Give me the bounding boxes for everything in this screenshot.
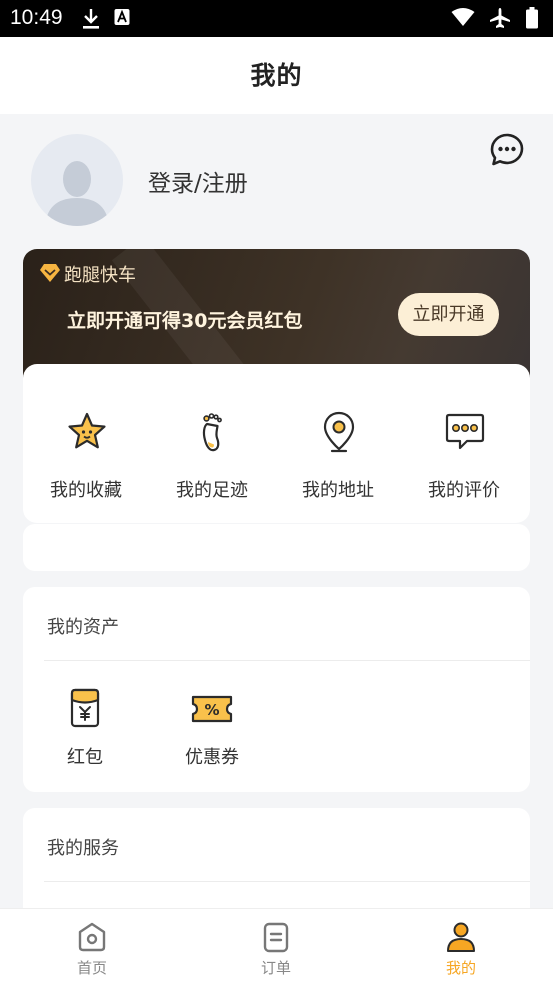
red-envelope-icon (63, 687, 107, 731)
coupon-item[interactable]: % 优惠券 (162, 677, 262, 769)
coupon-icon: % (190, 687, 234, 731)
svg-text:%: % (204, 701, 219, 719)
avatar[interactable] (31, 134, 123, 226)
message-icon (490, 133, 524, 166)
wifi-icon (451, 7, 475, 33)
status-icons-left (82, 8, 130, 34)
app-notification-icon (114, 8, 130, 34)
airplane-mode-icon (489, 7, 511, 33)
asset-label: 优惠券 (185, 747, 239, 768)
asset-label: 红包 (67, 747, 103, 768)
login-register-link[interactable]: 登录/注册 (148, 164, 248, 198)
empty-card (23, 524, 530, 571)
vip-badge-icon (39, 263, 61, 287)
battery-icon (525, 7, 539, 33)
page-title: 我的 (250, 61, 303, 90)
home-icon (76, 921, 108, 953)
quick-action-label: 我的评价 (428, 480, 500, 501)
order-icon (260, 921, 292, 953)
bottom-tab-bar: 首页 订单 我的 (0, 908, 553, 985)
quick-action-label: 我的足迹 (176, 480, 248, 501)
star-icon (65, 410, 109, 454)
tab-label: 首页 (76, 959, 107, 977)
my-assets-card: 我的资产 红包 % 优惠券 (23, 587, 530, 792)
download-icon (82, 8, 100, 34)
quick-action-label: 我的收藏 (50, 480, 122, 501)
vip-offer-text: 立即开通可得30元会员红包 (67, 310, 303, 332)
status-time: 10:49 (10, 6, 63, 29)
activate-vip-button[interactable]: 立即开通 (398, 293, 499, 336)
divider (44, 660, 530, 661)
divider (44, 881, 530, 882)
red-envelope-item[interactable]: 红包 (35, 677, 135, 769)
section-title: 我的资产 (47, 617, 119, 638)
default-avatar-icon (45, 161, 109, 226)
comment-icon (443, 410, 487, 454)
status-bar: 10:49 (0, 0, 553, 37)
quick-action-label: 我的地址 (302, 480, 374, 501)
status-icons-right (451, 7, 539, 33)
vip-brand-name: 跑腿快车 (64, 265, 136, 286)
footprint-icon (191, 410, 235, 454)
tab-label: 订单 (260, 959, 291, 977)
tab-label: 我的 (445, 959, 476, 977)
message-button[interactable] (489, 132, 525, 168)
nav-bar: 我的 (0, 37, 553, 114)
quick-actions-card: 我的收藏 我的足迹 我的地址 我的评价 (23, 364, 530, 523)
section-title: 我的服务 (47, 838, 119, 859)
location-pin-icon (317, 410, 361, 454)
profile-icon (445, 921, 477, 953)
